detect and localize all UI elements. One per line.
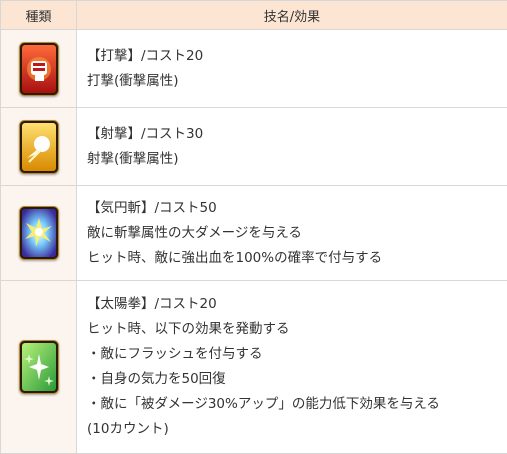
- header-type: 種類: [1, 1, 77, 30]
- info-cell: 【打撃】/コスト20 打撃(衝撃属性): [77, 30, 507, 108]
- icon-cell: [1, 281, 77, 454]
- table-row: 【射撃】/コスト30 射撃(衝撃属性): [1, 108, 507, 186]
- skill-effect-line: ヒット時、以下の効果を発動する: [87, 317, 507, 342]
- skill-effect-line: (10カウント): [87, 417, 507, 442]
- table-row: 【打撃】/コスト20 打撃(衝撃属性): [1, 30, 507, 108]
- skill-effect-line: ヒット時、敵に強出血を100%の確率で付与する: [87, 246, 507, 271]
- sparkle-card-icon: [19, 340, 59, 394]
- skill-effect-line: ・敵にフラッシュを付与する: [87, 342, 507, 367]
- burst-slash-card-icon: [19, 206, 59, 260]
- info-cell: 【気円斬】/コスト50 敵に斬撃属性の大ダメージを与える ヒット時、敵に強出血を…: [77, 186, 507, 281]
- icon-cell: [1, 186, 77, 281]
- skill-name: 【気円斬】/コスト50: [87, 196, 507, 221]
- skill-effect-line: ・自身の気力を50回復: [87, 367, 507, 392]
- skill-effect-line: ・敵に「被ダメージ30%アップ」の能力低下効果を与える: [87, 392, 507, 417]
- skill-table: 種類 技名/効果: [0, 0, 507, 454]
- header-name-effect: 技名/効果: [77, 1, 507, 30]
- table-header-row: 種類 技名/効果: [1, 1, 507, 30]
- icon-cell: [1, 108, 77, 186]
- table-row: 【気円斬】/コスト50 敵に斬撃属性の大ダメージを与える ヒット時、敵に強出血を…: [1, 186, 507, 281]
- info-cell: 【太陽拳】/コスト20 ヒット時、以下の効果を発動する ・敵にフラッシュを付与す…: [77, 281, 507, 454]
- info-cell: 【射撃】/コスト30 射撃(衝撃属性): [77, 108, 507, 186]
- table-row: 【太陽拳】/コスト20 ヒット時、以下の効果を発動する ・敵にフラッシュを付与す…: [1, 281, 507, 454]
- icon-cell: [1, 30, 77, 108]
- skill-effect-line: 射撃(衝撃属性): [87, 147, 507, 172]
- skill-name: 【太陽拳】/コスト20: [87, 292, 507, 317]
- skill-name: 【射撃】/コスト30: [87, 122, 507, 147]
- shot-card-icon: [19, 120, 59, 174]
- skill-name: 【打撃】/コスト20: [87, 44, 507, 69]
- fist-card-icon: [19, 42, 59, 96]
- skill-effect-line: 打撃(衝撃属性): [87, 69, 507, 94]
- skill-effect-line: 敵に斬撃属性の大ダメージを与える: [87, 221, 507, 246]
